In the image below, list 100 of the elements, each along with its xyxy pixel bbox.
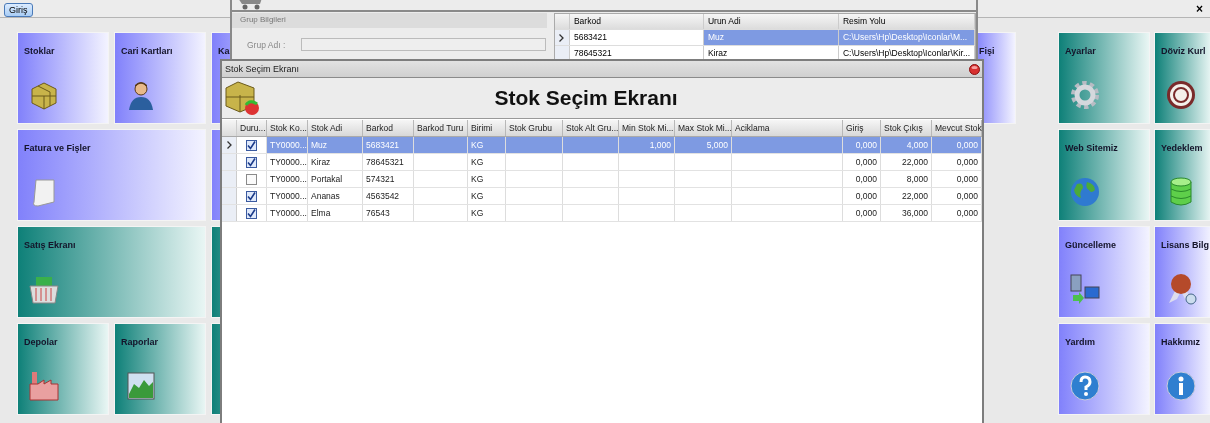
column-header[interactable]: Barkod Turu: [414, 120, 468, 136]
menu-tile[interactable]: Döviz Kurl: [1155, 33, 1210, 123]
menu-tile[interactable]: Web Sitemiz: [1059, 130, 1149, 220]
tile-label: Fatura ve Fişler: [24, 143, 91, 153]
menu-tile[interactable]: Lisans Bilg: [1155, 227, 1210, 317]
table-cell: Elma: [308, 205, 363, 221]
table-cell: 36,000: [881, 205, 932, 221]
menu-tile[interactable]: Yardım: [1059, 324, 1149, 414]
checkbox[interactable]: [246, 190, 257, 202]
table-cell: 22,000: [881, 154, 932, 170]
column-header[interactable]: Stok Grubu: [506, 120, 563, 136]
tile-label: Ayarlar: [1065, 46, 1096, 56]
column-header[interactable]: Stok Ko...: [267, 120, 308, 136]
tile-label: Güncelleme: [1065, 240, 1117, 250]
table-cell: 0,000: [843, 171, 881, 187]
column-header[interactable]: Barkod: [569, 14, 704, 29]
table-cell: 5,000: [675, 137, 732, 153]
table-cell: 0,000: [932, 154, 982, 170]
panel-title: Grup Bilgileri: [232, 13, 547, 28]
column-header[interactable]: Min Stok Mi...: [619, 120, 675, 136]
box-refresh-icon: [224, 80, 260, 116]
tile-label: Hakkımız: [1161, 337, 1201, 347]
table-cell: 0,000: [843, 205, 881, 221]
column-header[interactable]: Mevcut Stok: [932, 120, 982, 136]
column-header[interactable]: Stok Çıkış: [881, 120, 932, 136]
table-cell: 0,000: [843, 137, 881, 153]
table-cell: TY0000...: [267, 205, 308, 221]
table-cell: 4,000: [881, 137, 932, 153]
table-cell: Muz: [308, 137, 363, 153]
column-header[interactable]: Urun Adi: [703, 14, 839, 29]
menu-tile[interactable]: Hakkımız: [1155, 324, 1210, 414]
menu-tile[interactable]: Ayarlar: [1059, 33, 1149, 123]
table-cell: 8,000: [881, 171, 932, 187]
checkbox[interactable]: [246, 207, 257, 219]
help-icon: [1069, 370, 1101, 402]
column-header[interactable]: Aciklama: [732, 120, 843, 136]
table-cell: KG: [468, 205, 506, 221]
table-cell: KG: [468, 188, 506, 204]
row-header: [222, 120, 237, 136]
menu-tile[interactable]: Depolar: [18, 324, 108, 414]
tile-label: Yedeklem: [1161, 143, 1203, 153]
menu-tile[interactable]: Fatura ve Fişler: [18, 130, 205, 220]
computer-icon: [1069, 273, 1101, 305]
row-header[interactable]: [222, 137, 237, 153]
column-header[interactable]: Stok Alt Gru...: [563, 120, 619, 136]
field-label: Grup Adı :: [247, 39, 286, 50]
column-header[interactable]: Resim Yolu: [838, 14, 975, 29]
menu-tile[interactable]: Yedeklem: [1155, 130, 1210, 220]
close-button[interactable]: ×: [1196, 1, 1203, 16]
table-cell: 5683421: [569, 30, 704, 45]
table-cell: 1,000: [619, 137, 675, 153]
tile-label: Döviz Kurl: [1161, 46, 1206, 56]
menu-tile[interactable]: Güncelleme: [1059, 227, 1149, 317]
checkbox[interactable]: [246, 139, 257, 151]
tile-label: Raporlar: [121, 337, 158, 347]
tile-label: Lisans Bilg: [1161, 240, 1209, 250]
table-cell: KG: [468, 154, 506, 170]
checkbox[interactable]: [246, 156, 257, 168]
chart-icon: [125, 370, 157, 402]
column-header[interactable]: Stok Adi: [308, 120, 363, 136]
table-cell: Muz: [703, 30, 839, 45]
table-cell: 0,000: [932, 171, 982, 187]
menu-tile[interactable]: Satış Ekranı: [18, 227, 205, 317]
menu-tile[interactable]: Cari Kartları: [115, 33, 205, 123]
close-icon[interactable]: [969, 63, 980, 75]
table-cell: KG: [468, 171, 506, 187]
checkbox[interactable]: [246, 173, 257, 185]
table-cell: 0,000: [932, 205, 982, 221]
tile-label: Satış Ekranı: [24, 240, 76, 250]
table-cell: 78645321: [363, 154, 414, 170]
table-cell: 5683421: [363, 137, 414, 153]
row-header[interactable]: [554, 30, 570, 45]
settings-icon: [1069, 79, 1101, 111]
screen-heading: Stok Seçim Ekranı: [493, 86, 679, 110]
table-cell: 4563542: [363, 188, 414, 204]
row-pointer-icon: [559, 33, 565, 42]
tile-label: Web Sitemiz: [1065, 143, 1118, 153]
menu-tile[interactable]: Stoklar: [18, 33, 108, 123]
table-cell: 0,000: [843, 188, 881, 204]
table-cell: Kiraz: [308, 154, 363, 170]
table-cell: 0,000: [932, 137, 982, 153]
emblem-icon: [1165, 79, 1197, 111]
column-header[interactable]: Birimi: [468, 120, 506, 136]
table-cell: TY0000...: [267, 154, 308, 170]
menu-tile[interactable]: Raporlar: [115, 324, 205, 414]
column-header[interactable]: Giriş: [843, 120, 881, 136]
table-cell: 22,000: [881, 188, 932, 204]
factory-icon: [28, 370, 60, 402]
tile-label: Fişi: [979, 46, 995, 56]
row-pointer-icon: [226, 141, 232, 149]
column-header[interactable]: Barkod: [363, 120, 414, 136]
table-cell: TY0000...: [267, 171, 308, 187]
table-cell: KG: [468, 137, 506, 153]
column-header[interactable]: Duru...: [237, 120, 267, 136]
table-cell: 574321: [363, 171, 414, 187]
table-cell: Portakal: [308, 171, 363, 187]
tile-label: Yardım: [1065, 337, 1095, 347]
tab[interactable]: Giriş: [4, 2, 33, 17]
column-header[interactable]: Max Stok Mi...: [675, 120, 732, 136]
tile-label: Cari Kartları: [121, 46, 173, 56]
